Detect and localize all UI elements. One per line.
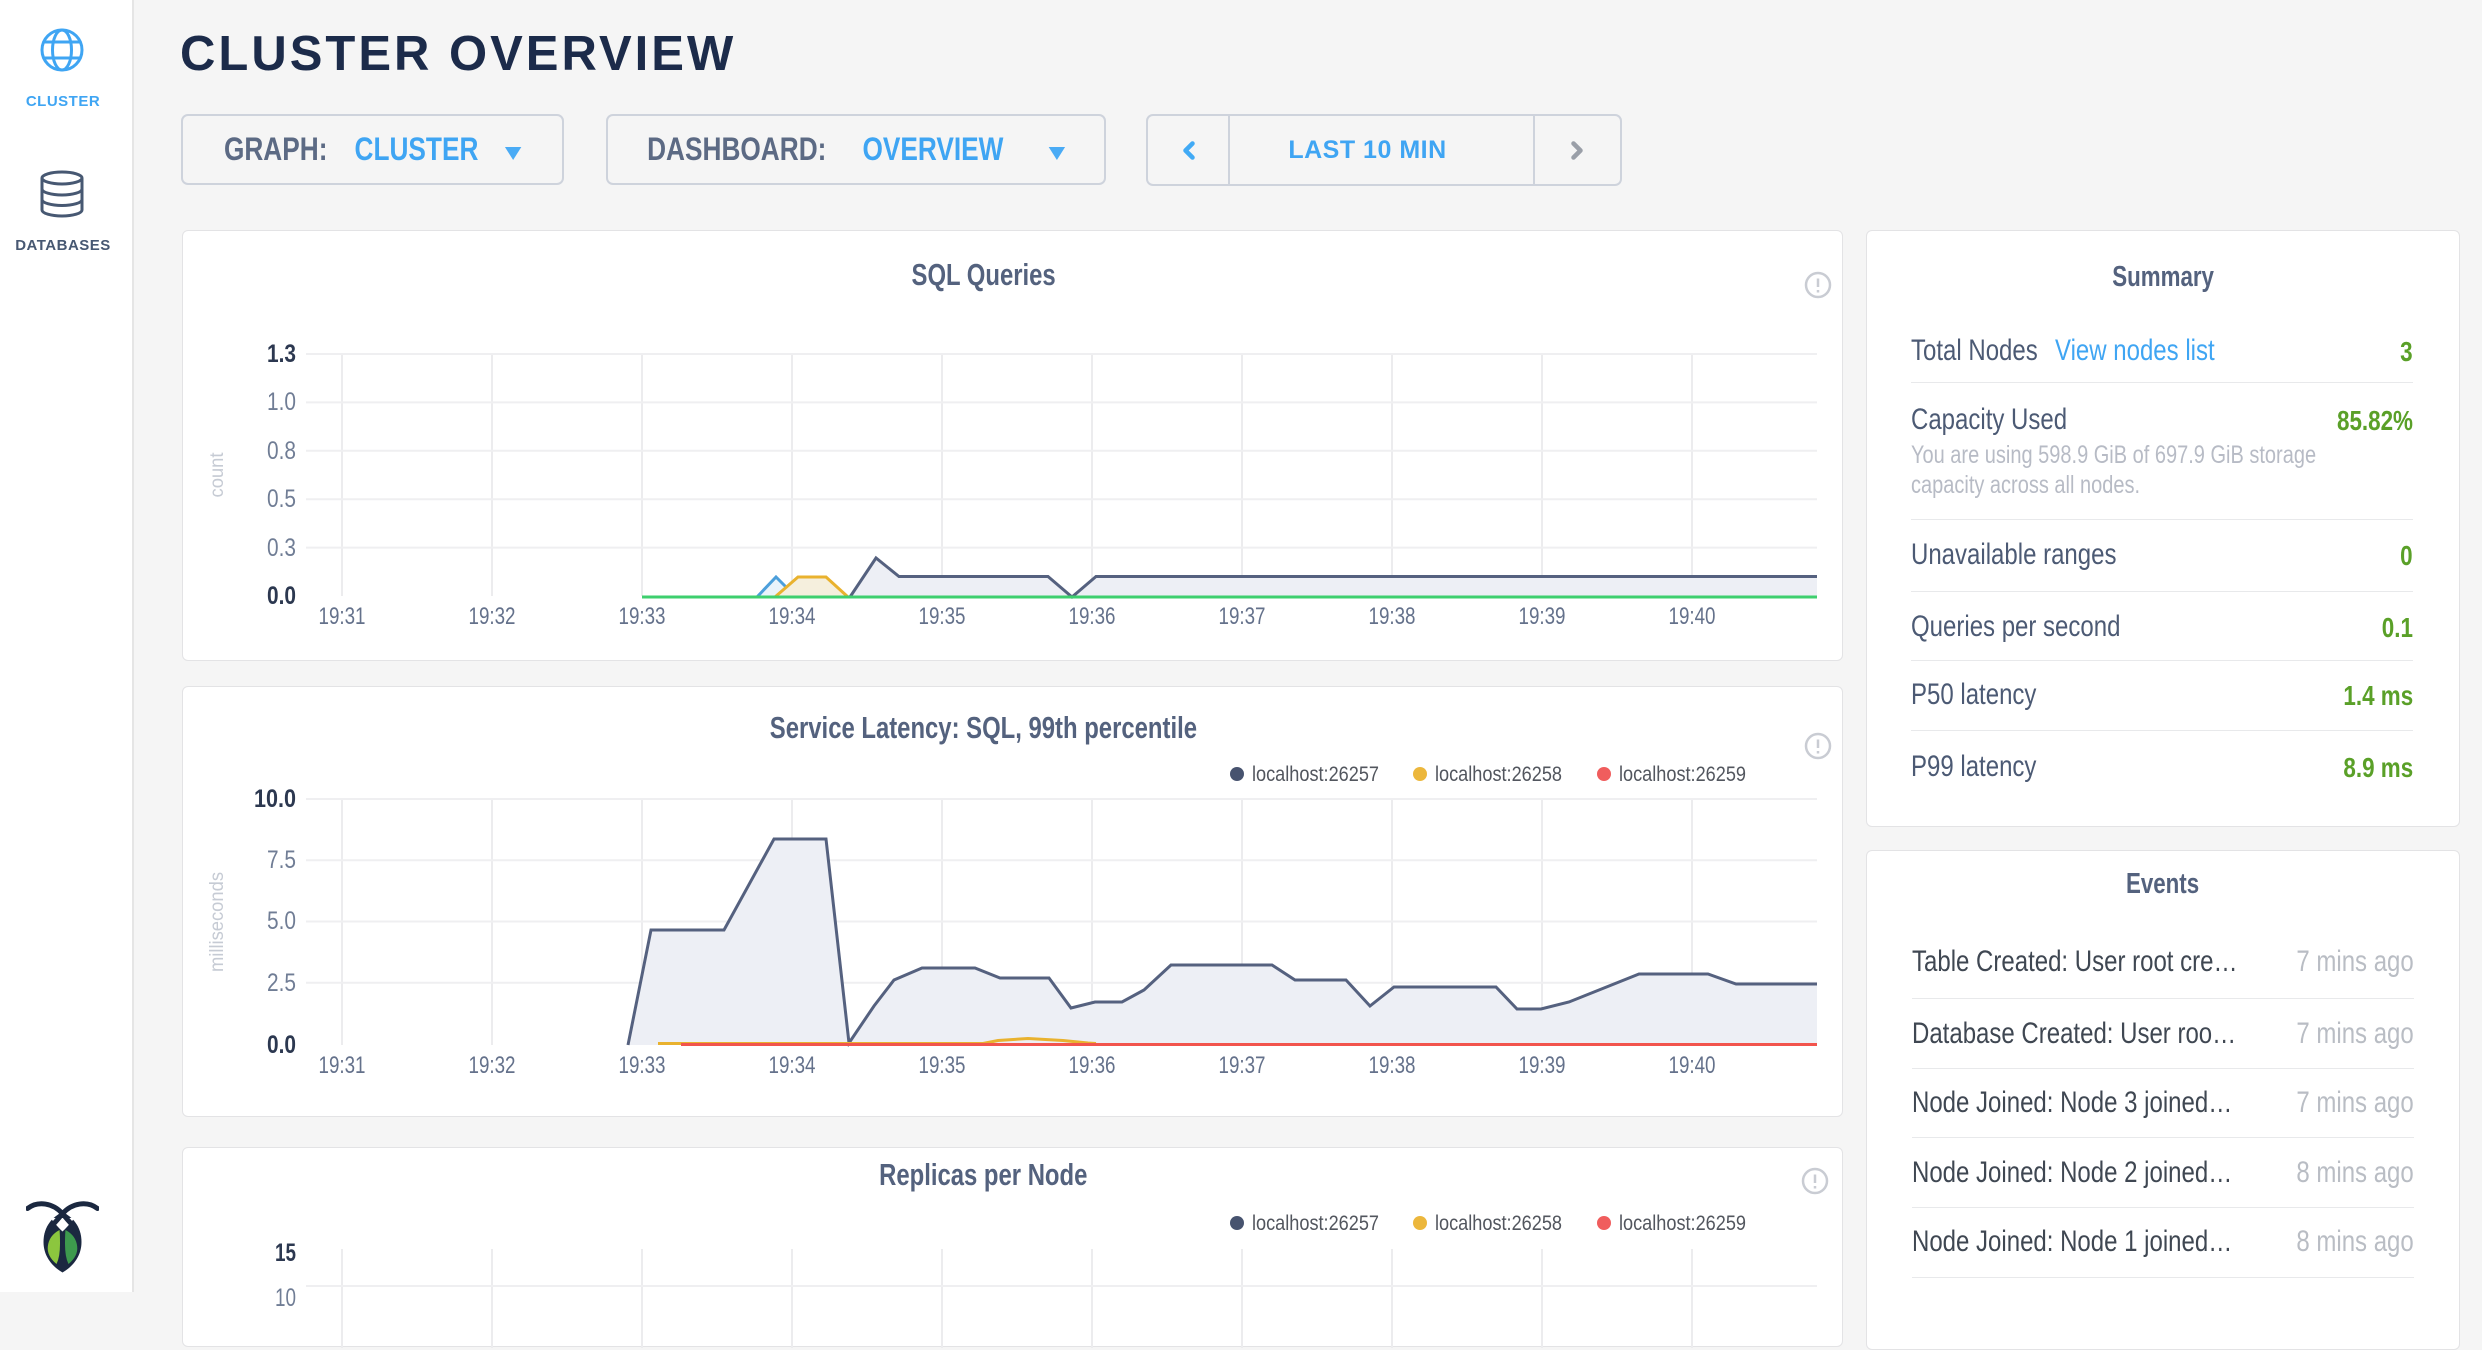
svg-text:1.3: 1.3 <box>267 340 296 368</box>
svg-text:localhost:26259: localhost:26259 <box>1619 763 1746 786</box>
svg-text:localhost:26257: localhost:26257 <box>1252 763 1379 786</box>
svg-text:0.3: 0.3 <box>267 534 296 562</box>
svg-text:2.5: 2.5 <box>267 969 296 997</box>
svg-text:19:31: 19:31 <box>319 603 366 630</box>
svg-text:localhost:26259: localhost:26259 <box>1619 1212 1746 1235</box>
svg-text:19:37: 19:37 <box>1219 1052 1266 1079</box>
svg-text:19:39: 19:39 <box>1519 603 1566 630</box>
svg-text:19:40: 19:40 <box>1669 603 1716 630</box>
svg-text:localhost:26257: localhost:26257 <box>1252 1212 1379 1235</box>
svg-text:0.0: 0.0 <box>267 582 296 610</box>
svg-text:0.0: 0.0 <box>267 1031 296 1059</box>
svg-text:19:32: 19:32 <box>469 1052 516 1079</box>
svg-text:0.8: 0.8 <box>267 437 296 465</box>
svg-text:19:39: 19:39 <box>1519 1052 1566 1079</box>
svg-text:0.5: 0.5 <box>267 485 296 513</box>
svg-text:count: count <box>207 452 228 498</box>
svg-text:19:32: 19:32 <box>469 603 516 630</box>
svg-text:19:34: 19:34 <box>769 1052 816 1079</box>
svg-text:19:31: 19:31 <box>319 1052 366 1079</box>
svg-text:19:36: 19:36 <box>1069 603 1116 630</box>
svg-text:15: 15 <box>275 1239 296 1267</box>
svg-text:19:34: 19:34 <box>769 603 816 630</box>
svg-text:19:36: 19:36 <box>1069 1052 1116 1079</box>
svg-text:19:37: 19:37 <box>1219 603 1266 630</box>
svg-text:5.0: 5.0 <box>267 907 296 935</box>
svg-text:10.0: 10.0 <box>254 785 296 813</box>
svg-text:19:35: 19:35 <box>919 1052 966 1079</box>
svg-text:19:35: 19:35 <box>919 603 966 630</box>
svg-text:19:40: 19:40 <box>1669 1052 1716 1079</box>
svg-text:localhost:26258: localhost:26258 <box>1435 763 1562 786</box>
svg-text:milliseconds: milliseconds <box>207 872 228 972</box>
svg-text:7.5: 7.5 <box>267 846 296 874</box>
svg-text:10: 10 <box>275 1284 296 1312</box>
svg-text:19:38: 19:38 <box>1369 603 1416 630</box>
svg-text:19:33: 19:33 <box>619 603 666 630</box>
svg-text:1.0: 1.0 <box>267 388 296 416</box>
svg-text:19:33: 19:33 <box>619 1052 666 1079</box>
svg-text:localhost:26258: localhost:26258 <box>1435 1212 1562 1235</box>
svg-text:19:38: 19:38 <box>1369 1052 1416 1079</box>
